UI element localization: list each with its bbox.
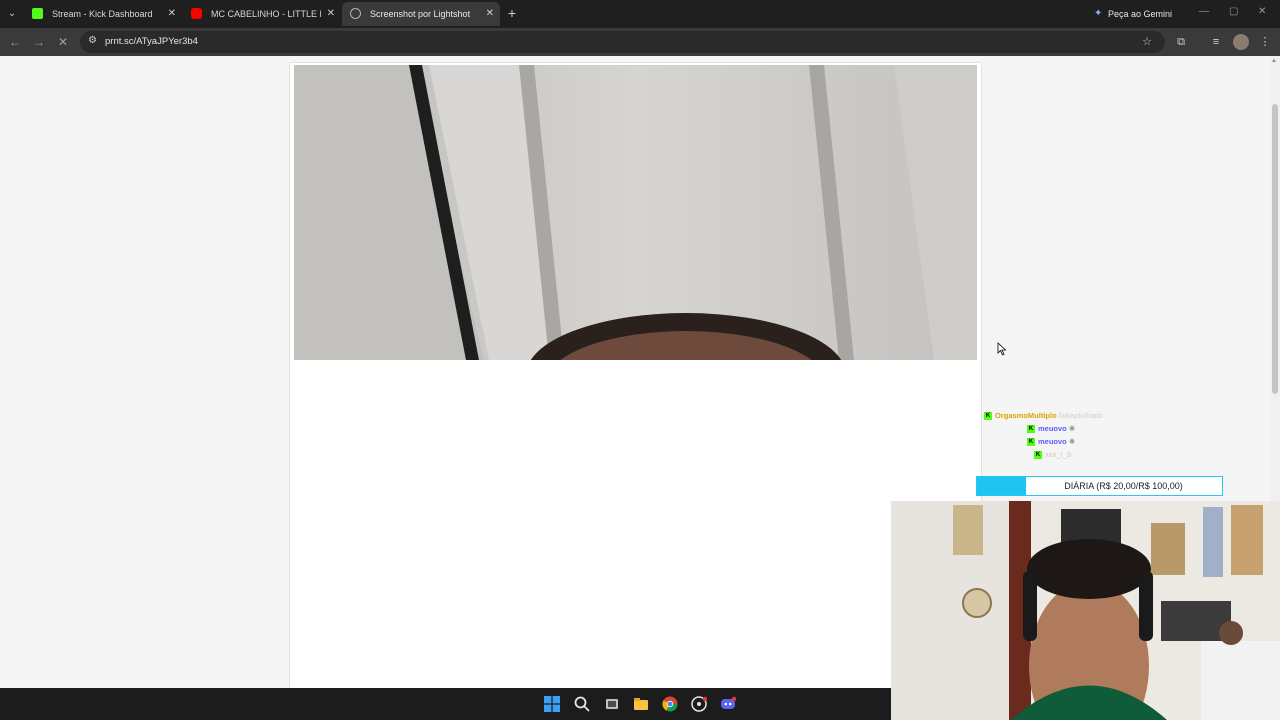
- chat-text: linkapfolhado: [1058, 411, 1103, 420]
- chat-message: Kmeuovo ✺: [1027, 422, 1075, 435]
- search-icon[interactable]: [574, 696, 590, 712]
- donation-goal-bar: DIÁRIA (R$ 20,00/R$ 100,00): [976, 476, 1223, 496]
- kick-badge-icon: K: [1027, 438, 1035, 447]
- obs-icon[interactable]: [691, 696, 707, 712]
- gemini-button[interactable]: ✦ Peça ao Gemini: [1088, 4, 1174, 24]
- chat-message: K OrgasmoMultiplo linkapfolhado: [984, 409, 1103, 422]
- back-icon[interactable]: ←: [7, 34, 23, 50]
- forward-icon[interactable]: →: [31, 34, 47, 50]
- chrome-icon[interactable]: [662, 696, 678, 712]
- chat-user: meuovo: [1038, 424, 1067, 433]
- close-icon[interactable]: ✕: [486, 2, 494, 26]
- screenshot-frame: [289, 62, 982, 688]
- screenshot-image: [294, 65, 977, 360]
- tab-youtube[interactable]: MC CABELINHO - LITTLE HAIR ( ✕: [183, 2, 341, 26]
- tab-label: MC CABELINHO - LITTLE HAIR (: [211, 9, 321, 19]
- webcam-overlay: [891, 501, 1280, 720]
- chat-user: meuovo: [1038, 437, 1067, 446]
- bookmark-star-icon[interactable]: ☆: [1139, 34, 1155, 50]
- site-info-icon[interactable]: ⚙: [88, 35, 97, 46]
- reading-list-icon[interactable]: ≡: [1208, 34, 1224, 50]
- close-icon[interactable]: ✕: [168, 2, 176, 26]
- menu-kebab-icon[interactable]: ⋮: [1257, 34, 1273, 50]
- chat-message: Kmeuovo ✺: [1027, 435, 1075, 448]
- stop-loading-icon[interactable]: ✕: [55, 34, 71, 50]
- windows-start-icon[interactable]: [544, 696, 560, 712]
- address-bar[interactable]: ⚙ prnt.sc/ATyaJPYer3b4: [80, 31, 1165, 53]
- chat-message: Kxxx_r_b: [1034, 448, 1071, 461]
- kick-icon: [32, 8, 43, 19]
- taskbar: [0, 688, 891, 720]
- new-tab-button[interactable]: +: [505, 5, 519, 21]
- tab-lightshot[interactable]: Screenshot por Lightshot ✕: [342, 2, 500, 26]
- lightshot-icon: [350, 8, 361, 19]
- gemini-spark-icon: ✦: [1094, 8, 1103, 19]
- tab-strip: ⌄ Stream - Kick Dashboard ✕ MC CABELINHO…: [0, 0, 1280, 28]
- browser-toolbar: ← → ✕ ⚙ prnt.sc/ATyaJPYer3b4 ☆ ⧉ ≡ ⋮: [0, 28, 1280, 56]
- profile-avatar[interactable]: [1233, 34, 1249, 50]
- minimize-icon[interactable]: —: [1199, 6, 1209, 17]
- close-icon[interactable]: ✕: [327, 2, 335, 26]
- task-view-icon[interactable]: [604, 696, 620, 712]
- chat-emote-icon: ✺: [1068, 437, 1076, 446]
- gemini-label: Peça ao Gemini: [1108, 9, 1173, 19]
- window-close-icon[interactable]: ✕: [1258, 6, 1266, 17]
- discord-icon[interactable]: [720, 696, 736, 712]
- url-text: prnt.sc/ATyaJPYer3b4: [105, 36, 198, 47]
- kick-badge-icon: K: [1027, 425, 1035, 434]
- chat-user: xxx_r_b: [1045, 450, 1072, 459]
- kick-badge-icon: K: [1034, 451, 1042, 460]
- chat-user: OrgasmoMultiplo: [995, 411, 1057, 420]
- tab-search-chevron-icon[interactable]: ⌄: [4, 6, 20, 22]
- tab-label: Screenshot por Lightshot: [370, 9, 471, 19]
- goal-label: DIÁRIA (R$ 20,00/R$ 100,00): [1064, 481, 1183, 491]
- tab-kick-dashboard[interactable]: Stream - Kick Dashboard ✕: [24, 2, 182, 26]
- kick-badge-icon: K: [984, 412, 992, 421]
- scroll-up-arrow-icon[interactable]: ▲: [1271, 58, 1277, 64]
- mouse-cursor-icon: [997, 342, 1007, 356]
- tab-label: Stream - Kick Dashboard: [52, 9, 153, 19]
- file-explorer-icon[interactable]: [633, 696, 649, 712]
- extensions-icon[interactable]: ⧉: [1173, 34, 1189, 50]
- maximize-icon[interactable]: ▢: [1229, 6, 1238, 17]
- youtube-icon: [191, 8, 202, 19]
- chat-emote-icon: ✺: [1068, 424, 1076, 433]
- scrollbar-thumb[interactable]: [1272, 104, 1278, 394]
